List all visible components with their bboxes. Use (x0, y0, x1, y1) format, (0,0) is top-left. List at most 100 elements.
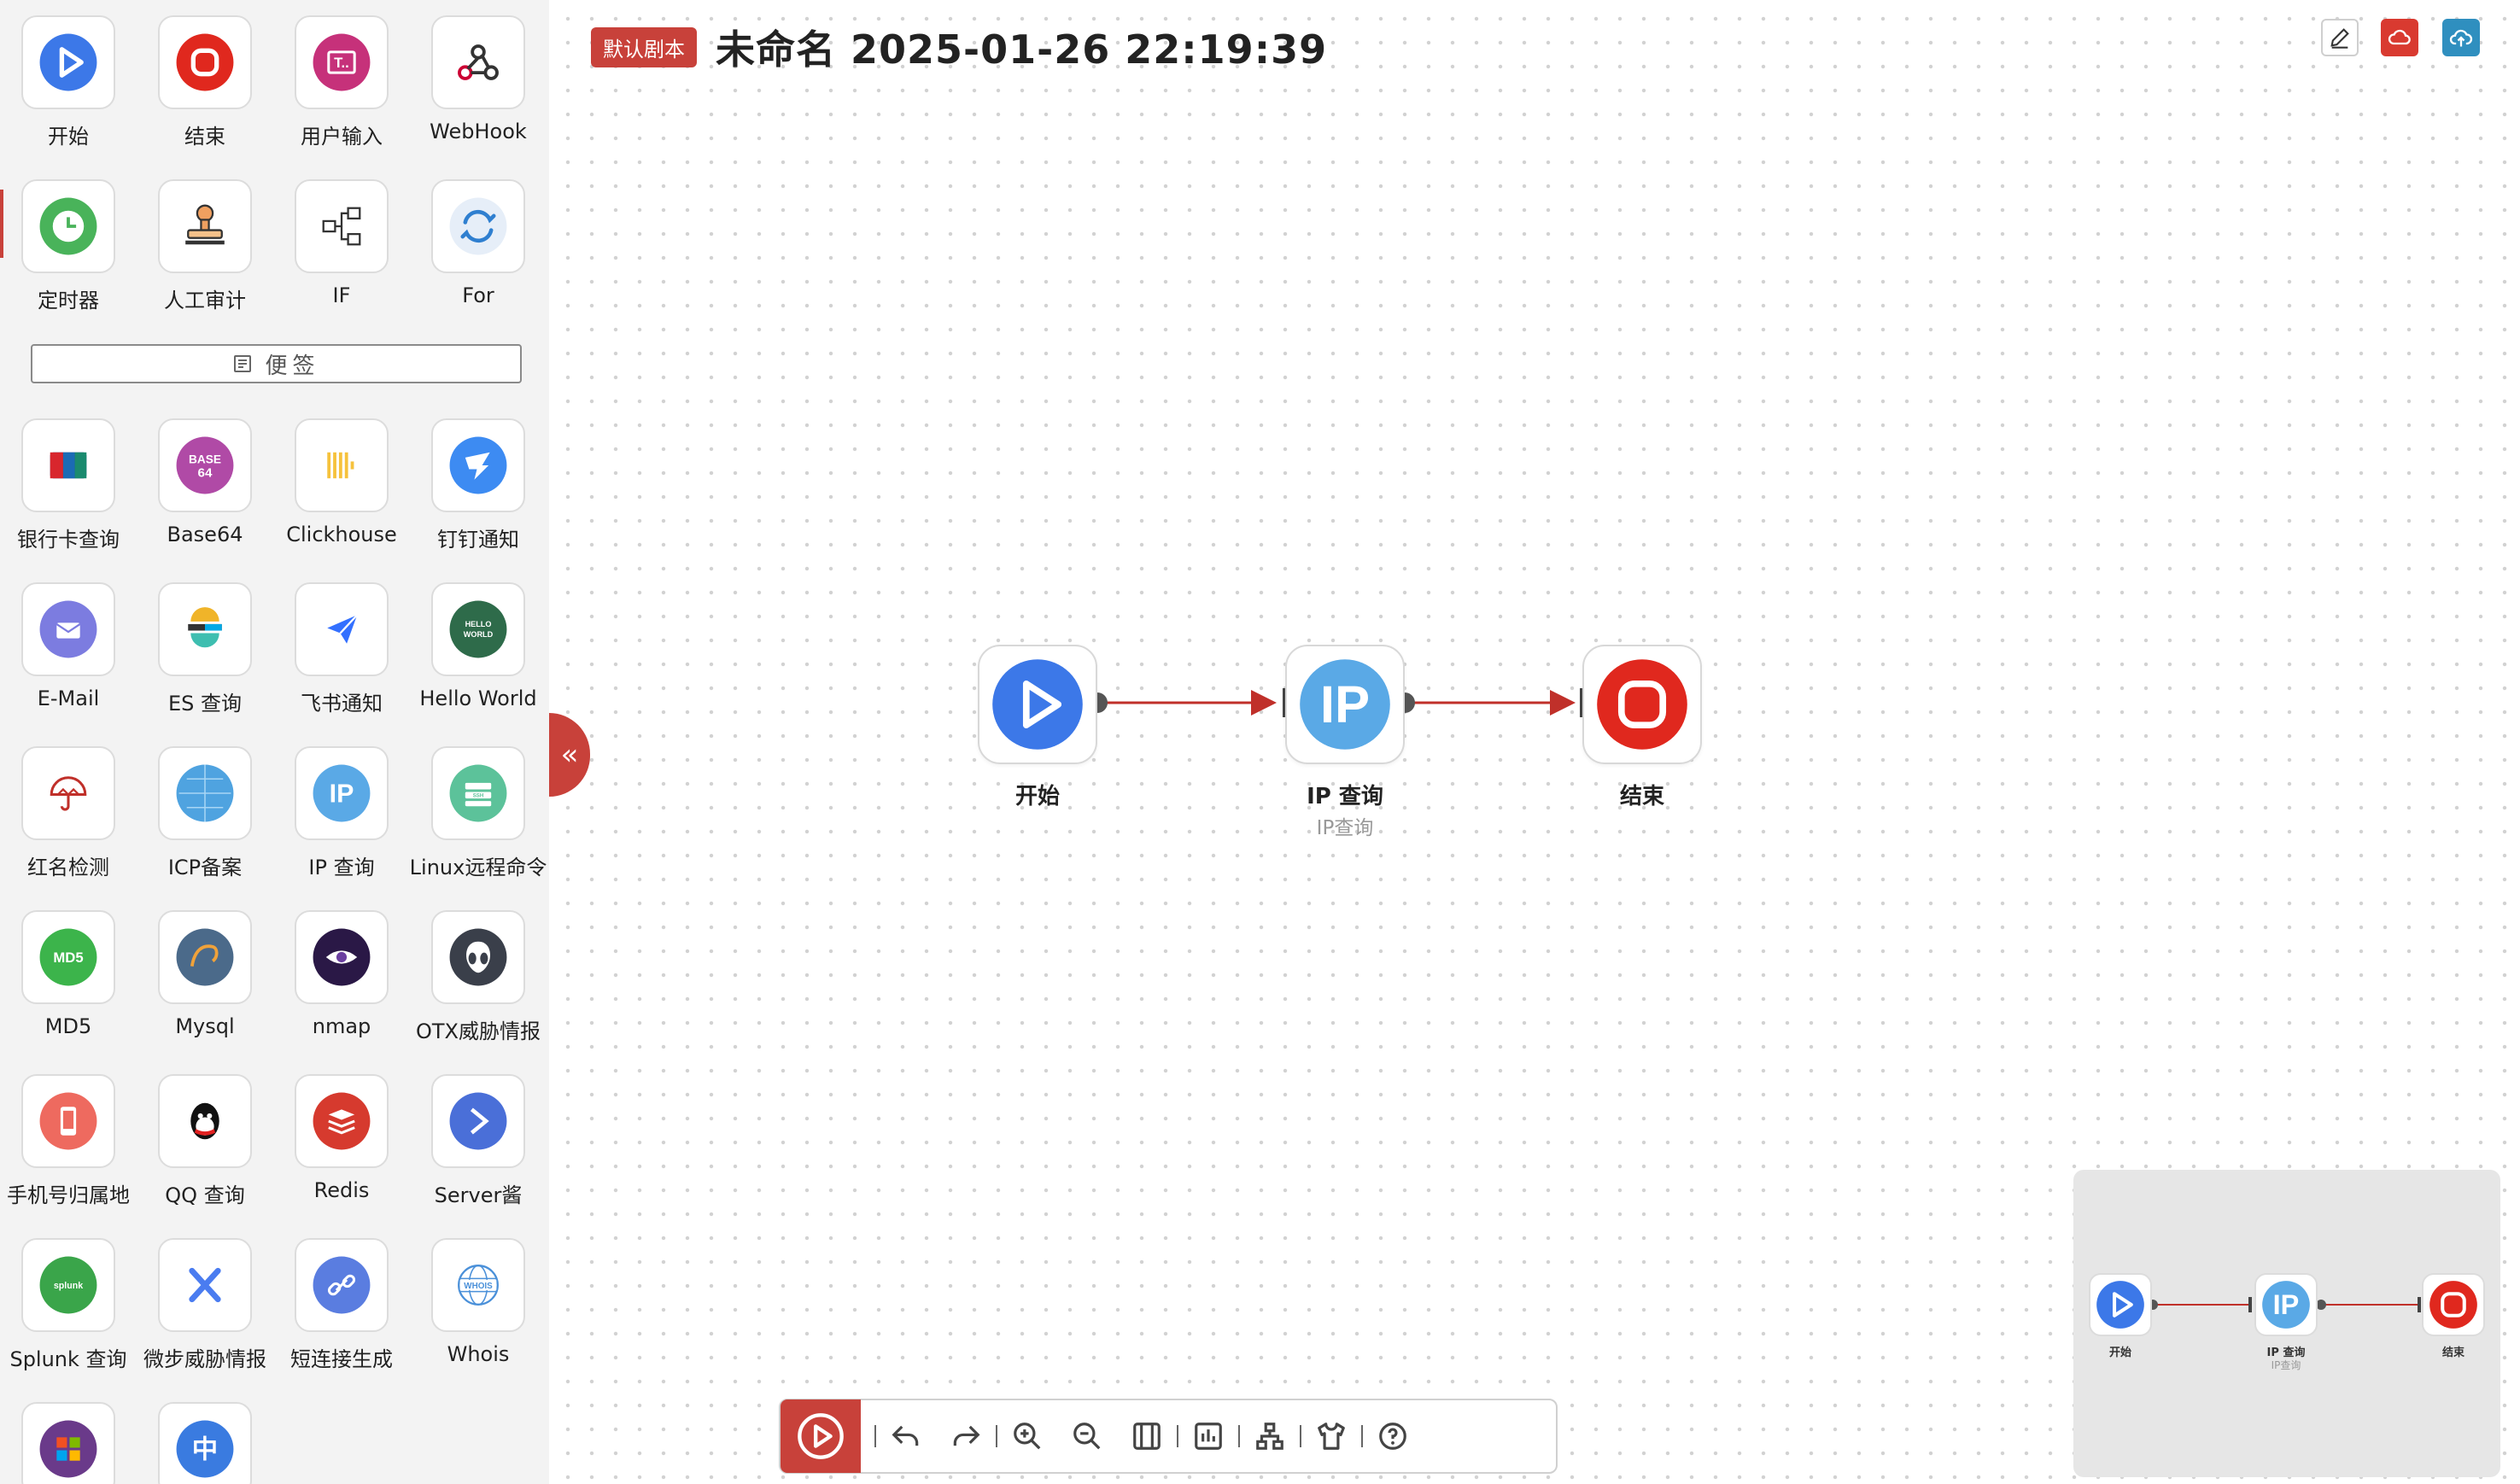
auto-layout-button[interactable] (1240, 1399, 1300, 1473)
end-stop-icon (2429, 1281, 2477, 1329)
elasticsearch-icon (188, 607, 222, 648)
md5-icon: MD5 (39, 928, 97, 986)
playbook-badge: 默认剧本 (591, 26, 697, 67)
qq-penguin-icon (190, 1102, 219, 1140)
end-stop-icon (176, 33, 234, 91)
tool-md5[interactable]: MD5 MD5 (0, 895, 137, 1059)
theme-button[interactable] (1301, 1399, 1361, 1473)
tool-label: 红名检测 (27, 856, 109, 879)
memo-button[interactable]: 便签 (31, 344, 522, 383)
server-chan-icon (449, 1092, 507, 1150)
tool-icon-box: MD5 (21, 910, 115, 1004)
zoom-out-button[interactable] (1057, 1399, 1117, 1473)
fit-view-button[interactable] (1117, 1399, 1177, 1473)
tool-bank-card[interactable]: 银行卡查询 (0, 403, 137, 567)
globe-icon (176, 764, 234, 822)
tool-user-input[interactable]: T.. 用户输入 (273, 0, 410, 164)
undo-button[interactable] (876, 1399, 936, 1473)
tool-redis[interactable]: Redis (273, 1059, 410, 1223)
zoom-out-icon (1073, 1423, 1101, 1450)
tool-mysql[interactable]: Mysql (137, 895, 273, 1059)
tool-if-branch[interactable]: IF (273, 164, 410, 328)
end-stop-icon (1597, 659, 1687, 750)
flow-node-end[interactable] (1582, 645, 1702, 764)
tool-icon-box (21, 1074, 115, 1168)
svg-text:MD5: MD5 (53, 949, 83, 966)
tool-label: 结束 (184, 125, 225, 149)
tool-start-play[interactable]: 开始 (0, 0, 137, 164)
tool-ip[interactable]: IP IP 查询 (273, 731, 410, 895)
tool-whois-globe[interactable]: WHOIS Whois (410, 1223, 547, 1387)
flow-node-ip-query[interactable]: IP (1285, 645, 1405, 764)
tool-label: Base64 (167, 523, 243, 546)
minimap-node-start (2089, 1273, 2152, 1336)
double-chevron-left-icon: « (560, 738, 579, 772)
redo-button[interactable] (936, 1399, 996, 1473)
tool-nmap-eye[interactable]: nmap (273, 895, 410, 1059)
phone-icon (39, 1092, 97, 1150)
zoom-in-button[interactable] (997, 1399, 1057, 1473)
flow-node-start[interactable] (978, 645, 1097, 764)
tool-short-link[interactable]: 短连接生成 (273, 1223, 410, 1387)
cloud-upload-button[interactable] (2442, 19, 2480, 56)
windows-icon (39, 1420, 97, 1478)
tool-icon-box: WHOIS (431, 1238, 525, 1332)
umbrella-icon (50, 776, 87, 811)
minimap[interactable]: 开始 IP IP 查询 IP查询 结束 (2073, 1170, 2500, 1477)
tool-qq-penguin[interactable]: QQ 查询 (137, 1059, 273, 1223)
tool-email[interactable]: E-Mail (0, 567, 137, 731)
tool-label: 手机号归属地 (7, 1183, 130, 1207)
whois-globe-icon: WHOIS (458, 1265, 499, 1306)
splunk-icon: splunk (39, 1256, 97, 1314)
tool-phone[interactable]: 手机号归属地 (0, 1059, 137, 1223)
tool-label: Redis (313, 1178, 370, 1202)
tool-timer-clock[interactable]: 定时器 (0, 164, 137, 328)
tool-icon-box (158, 179, 252, 273)
tool-icon-box (21, 179, 115, 273)
tool-umbrella[interactable]: 红名检测 (0, 731, 137, 895)
playbook-title[interactable]: 未命名 2025-01-26 22:19:39 (716, 19, 1327, 75)
tool-splunk[interactable]: splunk Splunk 查询 (0, 1223, 137, 1387)
tool-server-chan[interactable]: Server酱 (410, 1059, 547, 1223)
minimap-toggle-button[interactable] (1178, 1399, 1238, 1473)
tool-threatbook-x[interactable]: 微步威胁情报 (137, 1223, 273, 1387)
tool-label: Hello World (419, 686, 537, 710)
run-button[interactable] (781, 1399, 861, 1473)
tool-dingtalk[interactable]: 钉钉通知 (410, 403, 547, 567)
tool-icon-box (158, 910, 252, 1004)
tool-clickhouse[interactable]: Clickhouse (273, 403, 410, 567)
run-icon (798, 1413, 844, 1459)
memo-label: 便签 (265, 353, 320, 379)
tool-feishu[interactable]: 飞书通知 (273, 567, 410, 731)
tool-base64[interactable]: BASE 64 Base64 (137, 403, 273, 567)
tool-icon-box (158, 582, 252, 676)
base64-icon: BASE64 (176, 436, 234, 494)
tool-icon-box: SSH (431, 746, 525, 840)
tool-webhook[interactable]: WebHook (410, 0, 547, 164)
tool-linux-ssh[interactable]: SSH Linux远程命令 (410, 731, 547, 895)
tool-elasticsearch[interactable]: ES 查询 (137, 567, 273, 731)
pencil-icon (2330, 28, 2349, 49)
ip-icon: IP (1300, 659, 1390, 750)
ip-icon: IP (2262, 1281, 2310, 1329)
help-button[interactable] (1363, 1399, 1423, 1473)
edit-button[interactable] (2321, 19, 2359, 56)
tool-icon-box (21, 582, 115, 676)
tool-manual-audit-stamp[interactable]: 人工审计 (137, 164, 273, 328)
cloud-save-button[interactable] (2381, 19, 2418, 56)
tool-chinese-char[interactable]: 中 (137, 1387, 273, 1484)
tool-label: MD5 (44, 1014, 92, 1038)
tool-icon-box (158, 1074, 252, 1168)
tool-otx-alien[interactable]: OTX威胁情报 (410, 895, 547, 1059)
redis-icon (313, 1092, 371, 1150)
tool-windows[interactable] (0, 1387, 137, 1484)
tool-icon-box: HELLO WORLD (431, 582, 525, 676)
tool-hello-world[interactable]: HELLO WORLD Hello World (410, 567, 547, 731)
tool-end-stop[interactable]: 结束 (137, 0, 273, 164)
flow-node-ip-subtitle: IP查询 (1316, 817, 1374, 839)
tool-for-loop[interactable]: For (410, 164, 547, 328)
threatbook-x-icon (189, 1267, 221, 1303)
svg-text:IP: IP (330, 780, 354, 809)
tool-globe[interactable]: ICP备案 (137, 731, 273, 895)
svg-text:IP: IP (2273, 1289, 2300, 1320)
